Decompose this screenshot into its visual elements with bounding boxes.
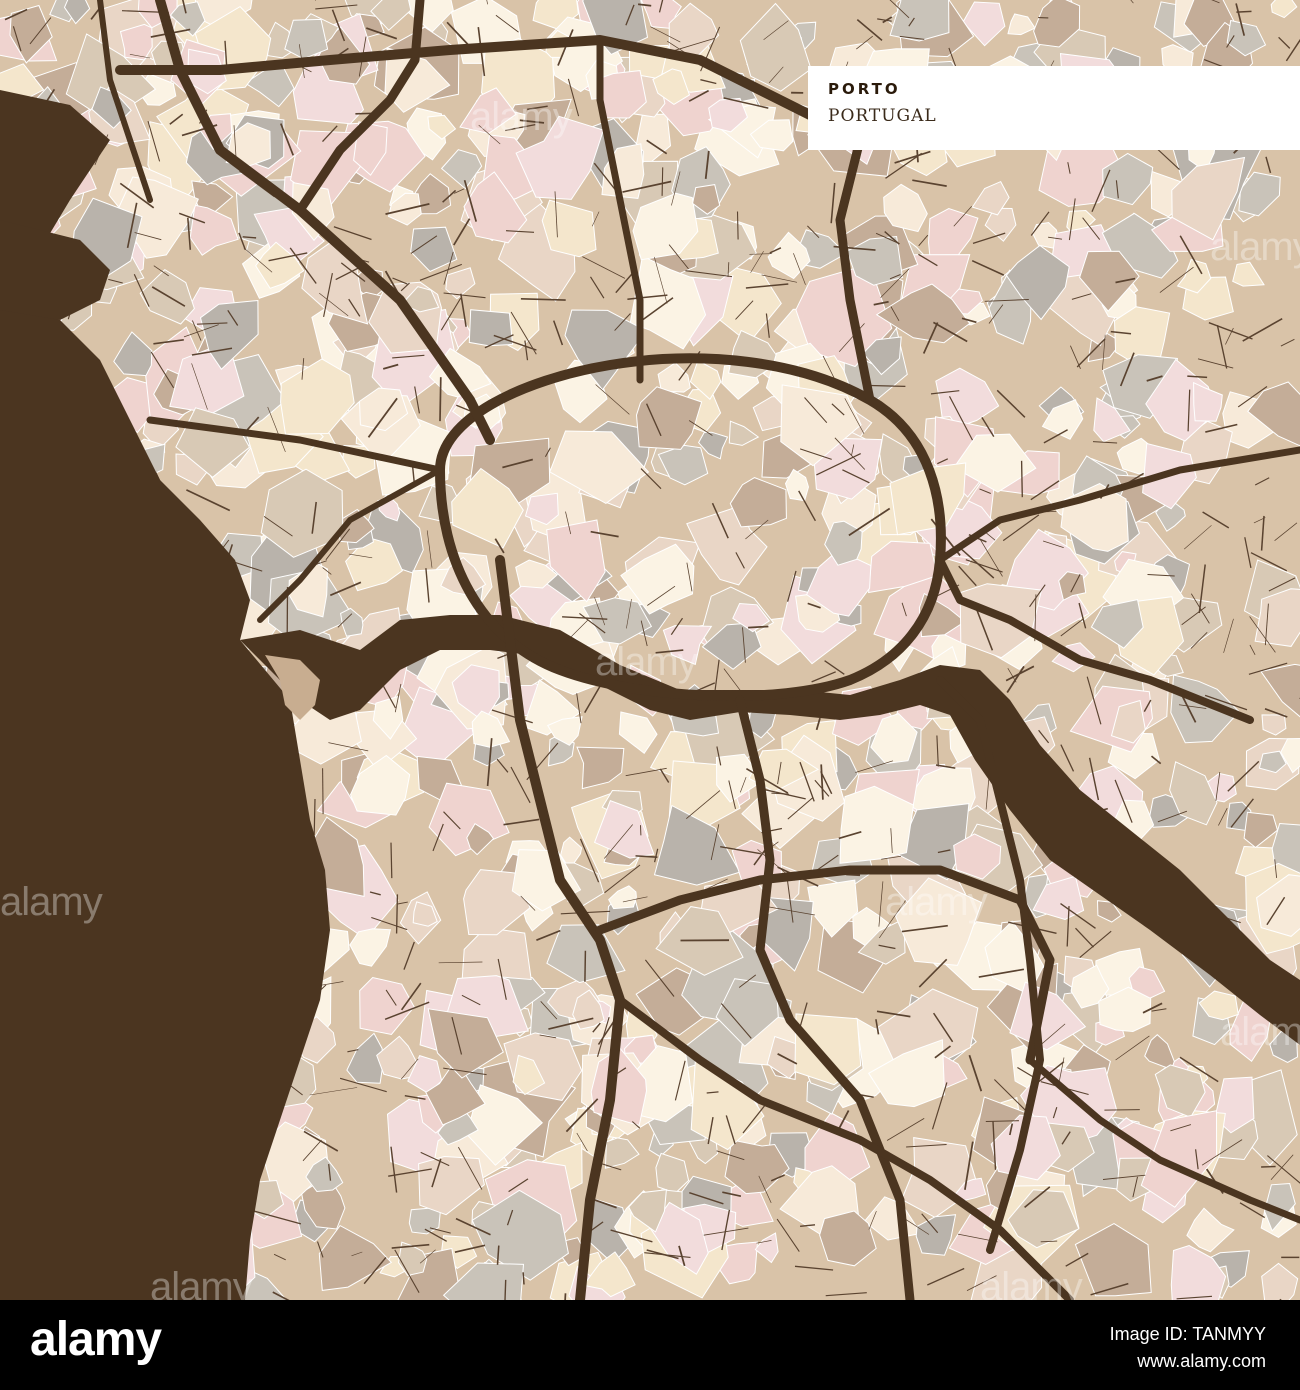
watermark: alamy — [1210, 225, 1300, 269]
street — [395, 894, 399, 934]
city-name: PORTO — [828, 80, 901, 98]
alamy-logo: alamy — [30, 1313, 162, 1366]
city-block — [119, 23, 153, 61]
country-name: PORTUGAL — [828, 106, 937, 126]
street — [661, 167, 664, 196]
watermark: alamy — [595, 640, 698, 684]
watermark: alamy — [885, 880, 988, 924]
street — [1236, 10, 1252, 13]
street — [313, 798, 316, 836]
map-title-card: PORTO PORTUGAL — [808, 66, 1300, 150]
city-block — [889, 0, 950, 42]
street — [736, 211, 739, 240]
street — [584, 950, 587, 982]
street — [1104, 1109, 1140, 1111]
street — [522, 1272, 525, 1285]
footer-bar: alamy Image ID: TANMYY www.alamy.com — [0, 1300, 1300, 1390]
watermark: alamy — [0, 880, 103, 924]
image-metadata: Image ID: TANMYY www.alamy.com — [1110, 1324, 1266, 1372]
street — [869, 384, 906, 388]
street — [748, 625, 769, 629]
street — [439, 377, 442, 422]
street — [1020, 460, 1023, 498]
site-url: www.alamy.com — [1137, 1351, 1266, 1371]
street — [322, 768, 324, 815]
watermark: alamy — [1220, 1010, 1300, 1054]
image-id: Image ID: TANMYY — [1109, 1324, 1266, 1344]
street — [390, 842, 393, 879]
watermark: alamy — [470, 95, 573, 139]
street — [1261, 1165, 1276, 1168]
